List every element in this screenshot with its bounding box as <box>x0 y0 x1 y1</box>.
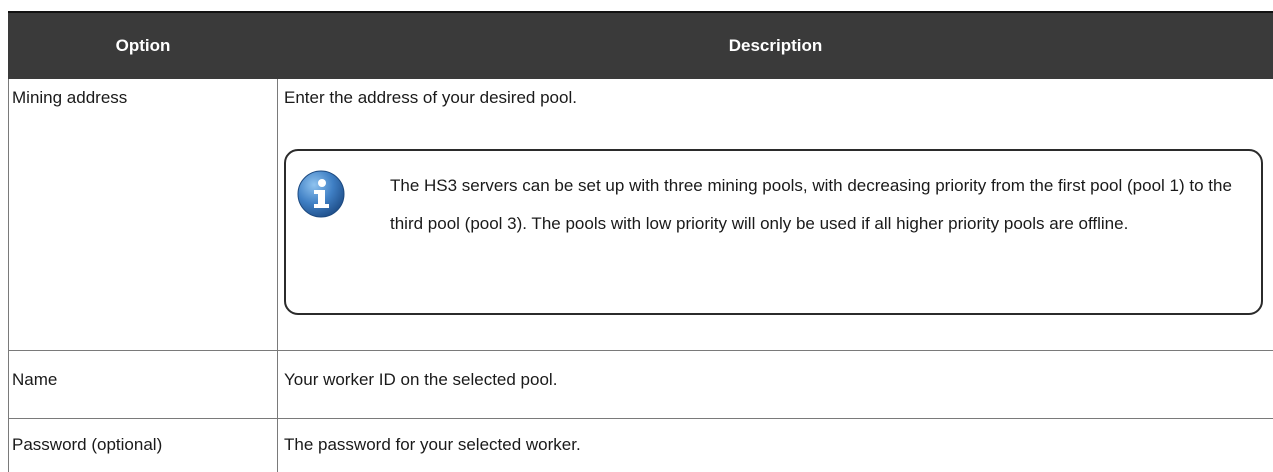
info-note-text: The HS3 servers can be set up with three… <box>390 176 1232 233</box>
option-mining-address: Mining address <box>12 88 128 107</box>
table-row: Password (optional) The password for you… <box>8 419 1273 472</box>
options-table: Option Description Mining address Enter … <box>8 11 1273 472</box>
table-header: Option Description <box>8 11 1273 79</box>
option-password: Password (optional) <box>12 435 163 454</box>
description-password: The password for your selected worker. <box>284 435 581 454</box>
header-option: Option <box>115 36 171 55</box>
table-row: Name Your worker ID on the selected pool… <box>8 351 1273 419</box>
description-mining-address: Enter the address of your desired pool. <box>284 88 577 107</box>
info-icon <box>297 170 345 218</box>
table-row: Mining address Enter the address of your… <box>8 79 1273 351</box>
info-note: The HS3 servers can be set up with three… <box>284 149 1263 315</box>
option-name: Name <box>12 370 58 389</box>
header-description: Description <box>728 36 823 55</box>
description-name: Your worker ID on the selected pool. <box>284 370 558 389</box>
